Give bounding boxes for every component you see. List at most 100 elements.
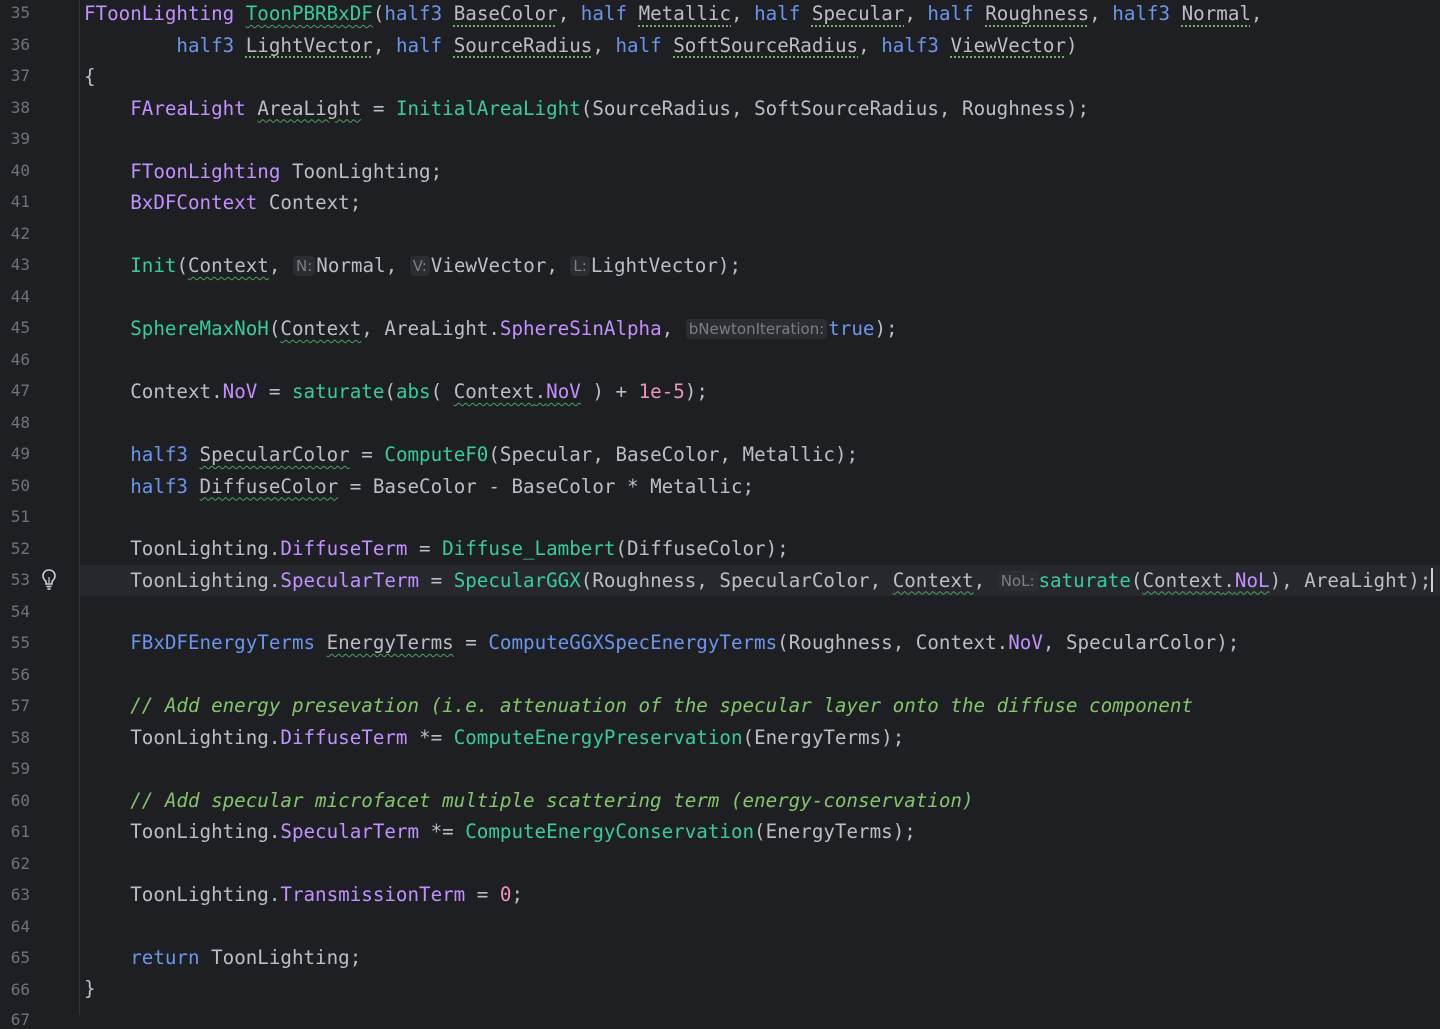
field-token: SphereSinAlpha (499, 317, 662, 340)
type-token: FToonLighting (84, 2, 235, 25)
code-line[interactable]: // Add energy presevation (i.e. attenuat… (84, 690, 1440, 722)
code-line[interactable]: FBxDFEnergyTerms EnergyTerms = ComputeGG… (84, 627, 1440, 659)
code-line[interactable]: BxDFContext Context; (84, 187, 1440, 219)
code-line[interactable]: ToonLighting.DiffuseTerm *= ComputeEnerg… (84, 722, 1440, 754)
type-token: FAreaLight (130, 96, 246, 120)
parameter-hint: V: (409, 256, 430, 276)
code-editor[interactable]: 35 36 37 38 39 40 41 42 43 44 45 46 47 4… (0, 0, 1440, 1029)
variable-token: LightVector (590, 254, 718, 277)
line-number: 37 (10, 66, 30, 85)
parameter-hint: L: (570, 256, 590, 276)
code-line[interactable]: half3 DiffuseColor = BaseColor - BaseCol… (84, 471, 1440, 503)
line-number: 52 (10, 539, 30, 558)
variable-token: Context (1142, 568, 1224, 592)
variable-token: Roughness (962, 96, 1066, 120)
line-number: 48 (10, 413, 30, 432)
keyword-token: half3 (1112, 2, 1171, 25)
type-token: FBxDFEnergyTerms (130, 631, 316, 654)
line-number: 60 (10, 791, 30, 810)
field-token: TransmissionTerm (280, 883, 466, 906)
function-call: saturate (1038, 568, 1131, 592)
code-area[interactable]: FToonLighting ToonPBRBxDF(half3 BaseColo… (80, 0, 1440, 1015)
variable-token: ToonLighting (130, 820, 269, 843)
variable-token: Metallic (742, 443, 835, 466)
variable-token: SoftSourceRadius (754, 96, 939, 120)
function-name: ToonPBRBxDF (245, 2, 373, 25)
field-token: SpecularTerm (280, 568, 420, 592)
function-call: abs (395, 380, 431, 403)
code-line[interactable]: ToonLighting.DiffuseTerm = Diffuse_Lambe… (84, 533, 1440, 565)
keyword-token: true (828, 317, 875, 340)
variable-token: Context (892, 568, 974, 592)
variable-token: SpecularColor (719, 568, 870, 592)
number-literal: 0 (499, 883, 512, 906)
code-line[interactable]: SphereMaxNoH(Context, AreaLight.SphereSi… (84, 313, 1440, 345)
line-number: 63 (10, 885, 30, 904)
type-token: BxDFContext (130, 191, 258, 214)
line-number: 38 (10, 98, 30, 117)
field-token: DiffuseTerm (280, 725, 408, 749)
function-call: SpecularGGX (453, 568, 581, 592)
function-call: ComputeGGXSpecEnergyTerms (488, 631, 778, 654)
param-token: ViewVector (950, 33, 1067, 57)
param-token: SourceRadius (453, 33, 593, 57)
variable-token: BaseColor (511, 474, 616, 498)
line-number: 54 (10, 602, 30, 621)
param-token: LightVector (245, 33, 373, 57)
line-number-gutter[interactable]: 35 36 37 38 39 40 41 42 43 44 45 46 47 4… (0, 0, 80, 1029)
lightbulb-icon[interactable] (40, 567, 58, 591)
variable-token: Context (280, 317, 362, 340)
code-line[interactable]: return ToonLighting; (84, 942, 1440, 974)
variable-token: ToonLighting (130, 568, 269, 592)
variable-token: BaseColor (372, 474, 477, 498)
parameter-hint: bNewtonIteration: (685, 319, 828, 339)
code-line[interactable]: FToonLighting ToonLighting; (84, 156, 1440, 188)
code-line[interactable]: } (84, 973, 1440, 1005)
variable-token: AreaLight (1304, 568, 1409, 592)
code-line[interactable]: // Add specular microfacet multiple scat… (84, 785, 1440, 817)
variable-token: ToonLighting (130, 883, 269, 906)
line-number: 61 (10, 822, 30, 841)
line-number: 53 (10, 570, 30, 589)
field-token: NoV (1008, 631, 1043, 654)
variable-token: ViewVector (430, 254, 547, 277)
param-token: Normal (1181, 2, 1251, 25)
code-line[interactable]: half3 LightVector, half SourceRadius, ha… (84, 30, 1440, 62)
keyword-token: half (395, 33, 443, 57)
param-token: Metallic (638, 2, 731, 25)
keyword-token: half (580, 2, 628, 25)
line-number: 57 (10, 696, 30, 715)
variable-token: Roughness (788, 631, 893, 654)
line-number: 47 (10, 381, 30, 400)
code-line[interactable]: Context.NoV = saturate(abs( Context.NoV … (84, 376, 1440, 408)
code-line[interactable]: FToonLighting ToonPBRBxDF(half3 BaseColo… (84, 0, 1440, 30)
variable-token: DiffuseColor (199, 474, 339, 498)
field-token: SpecularTerm (280, 820, 420, 843)
keyword-token: half (754, 2, 801, 25)
code-line[interactable]: FAreaLight AreaLight = InitialAreaLight(… (84, 93, 1440, 125)
line-number: 58 (10, 728, 30, 747)
line-number: 36 (10, 35, 30, 54)
keyword-token: half3 (130, 474, 188, 498)
line-number: 67 (10, 1010, 30, 1029)
line-number: 59 (10, 759, 30, 778)
variable-token: SpecularColor (199, 443, 350, 466)
comment: // Add energy presevation (i.e. attenuat… (130, 694, 1193, 717)
variable-token: Specular (499, 443, 593, 466)
parameter-hint: NoL: (997, 570, 1038, 591)
variable-token: EnergyTerms (765, 820, 893, 843)
code-line[interactable]: half3 SpecularColor = ComputeF0(Specular… (84, 439, 1440, 471)
keyword-token: half3 (130, 443, 188, 466)
code-line[interactable]: ToonLighting.SpecularTerm *= ComputeEner… (84, 816, 1440, 848)
function-call: InitialAreaLight (395, 96, 581, 120)
line-number: 49 (10, 444, 30, 463)
field-token: NoL (1234, 568, 1270, 592)
code-line[interactable]: Init(Context, N: Normal, V: ViewVector, L:… (84, 250, 1440, 282)
field-token: DiffuseTerm (280, 537, 408, 560)
code-line[interactable]: ToonLighting.TransmissionTerm = 0; (84, 879, 1440, 911)
variable-token: Context (453, 380, 535, 403)
code-line[interactable]: { (84, 61, 1440, 93)
line-number: 43 (10, 255, 30, 274)
code-line-current[interactable]: ToonLighting.SpecularTerm = SpecularGGX(… (80, 564, 1440, 596)
line-number: 56 (10, 665, 30, 684)
